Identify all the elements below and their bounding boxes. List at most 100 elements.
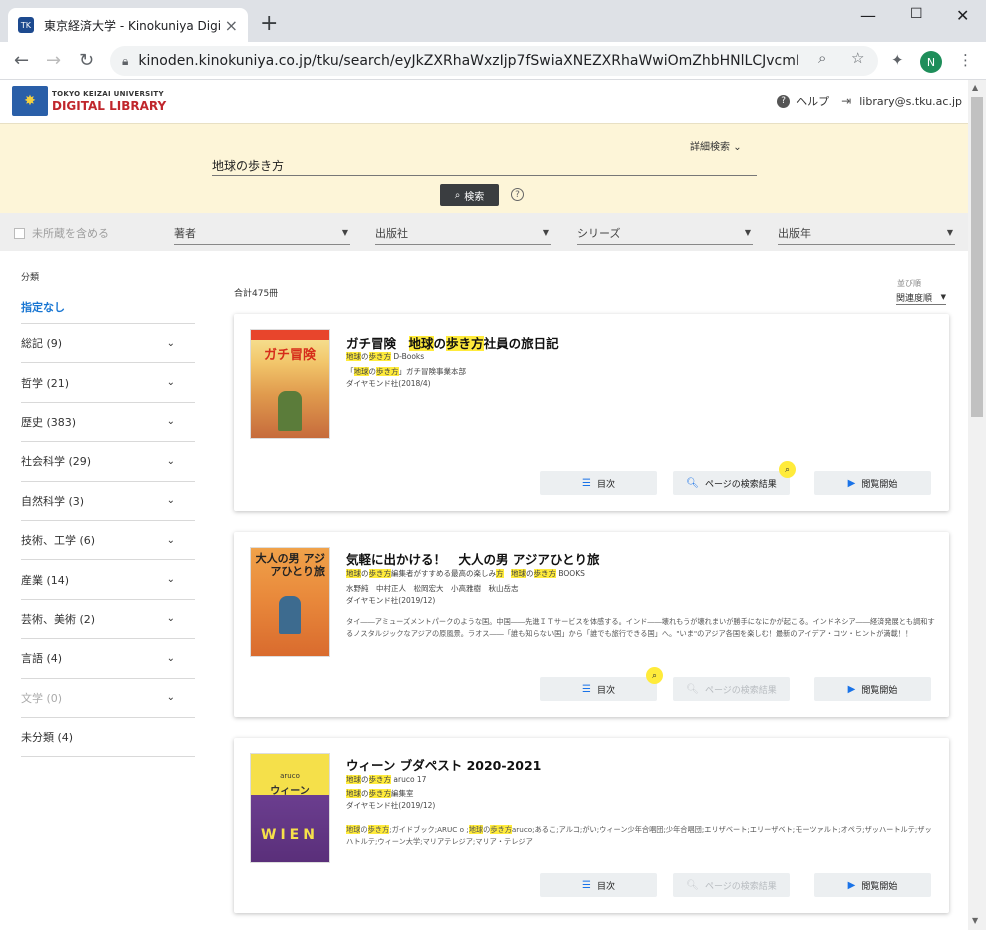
advanced-search-toggle[interactable]: 詳細検索 ⌄ (690, 138, 742, 153)
browser-toolbar: ← → ↻ 🔒︎ kinoden.kinokuniya.co.jp/tku/se… (0, 42, 986, 80)
browser-menu-icon[interactable]: ⋮ (958, 51, 973, 69)
author-filter-label: 著者 (174, 227, 196, 240)
sort-label: 並び順 (897, 279, 921, 288)
profile-avatar[interactable]: N (920, 51, 942, 73)
cover-title: 大人の男 アジアひとり旅 (255, 552, 325, 578)
new-tab-icon[interactable]: + (260, 13, 278, 35)
play-icon: ▶ (847, 477, 856, 489)
play-icon: ▶ (847, 879, 856, 891)
cover-brand: aruco (280, 772, 300, 780)
address-bar[interactable]: 🔒︎ kinoden.kinokuniya.co.jp/tku/search/e… (110, 46, 878, 76)
category-label: 芸術、美術 (2) (21, 612, 96, 626)
category-item[interactable]: 未分類 (4) (21, 718, 195, 758)
category-item[interactable]: 文学 (0) ⌄ (21, 679, 195, 718)
include-unowned-checkbox[interactable]: 未所蔵を含める (14, 225, 109, 241)
help-link[interactable]: ヘルプ (796, 93, 829, 109)
book-keywords: 地球の歩き方;ガイドブック;ARUC o ;地球の歩き方aruco;あるこ;アル… (346, 825, 932, 846)
chevron-down-icon: ⌄ (166, 574, 175, 586)
category-item[interactable]: 産業 (14) ⌄ (21, 560, 195, 600)
forward-icon[interactable]: → (46, 51, 61, 71)
url-text[interactable]: kinoden.kinokuniya.co.jp/tku/search/eyJk… (138, 53, 798, 69)
zoom-search-icon[interactable]: ⌕ (818, 49, 826, 67)
category-item[interactable]: 技術、工学 (6) ⌄ (21, 521, 195, 561)
maximize-icon[interactable]: ☐ (910, 6, 923, 22)
category-item[interactable]: 芸術、美術 (2) ⌄ (21, 600, 195, 640)
category-label: 産業 (14) (21, 573, 70, 587)
toc-button[interactable]: ☰ 目次 (540, 677, 657, 701)
book-series: 地球の歩き方 aruco 17 (346, 775, 427, 784)
category-item[interactable]: 社会科学 (29) ⌄ (21, 442, 195, 482)
logo-library: DIGITAL LIBRARY (52, 98, 167, 113)
result-count: 合計475冊 (234, 289, 279, 299)
book-publisher: ダイヤモンド社(2018/4) (346, 379, 431, 388)
start-reading-button[interactable]: ▶ 閲覧開始 (814, 471, 931, 495)
category-item[interactable]: 哲学 (21) ⌄ (21, 363, 195, 403)
reload-icon[interactable]: ↻ (79, 51, 94, 71)
category-sidebar: 分類 指定なし 総記 (9) ⌄ 哲学 (21) ⌄ 歴史 (383) ⌄ 社会科学 … (21, 270, 195, 758)
book-description: タイ――アミューズメントパークのような国。中国――先進ＩＴサービスを体感する。イ… (346, 617, 935, 638)
category-item[interactable]: 総記 (9) ⌄ (21, 324, 195, 364)
scrollbar-thumb[interactable] (971, 97, 983, 417)
site-logo[interactable]: ✸ TOKYO KEIZAI UNIVERSITY DIGITAL LIBRAR… (12, 86, 166, 116)
category-none[interactable]: 指定なし (21, 284, 195, 324)
author-filter-select[interactable]: 著者 ▼ (174, 225, 350, 245)
scroll-down-icon[interactable]: ▼ (972, 916, 978, 925)
book-cover[interactable]: 大人の男 アジアひとり旅 (250, 547, 330, 657)
start-reading-button[interactable]: ▶ 閲覧開始 (814, 677, 931, 701)
publisher-filter-select[interactable]: 出版社 ▼ (375, 225, 551, 245)
logout-icon[interactable]: ⇥ (841, 94, 851, 108)
toc-button[interactable]: ☰ 目次 (540, 873, 657, 897)
category-label: 総記 (9) (21, 337, 63, 351)
category-label: 自然科学 (3) (21, 494, 85, 508)
book-card: ガチ冒険 ガチ冒険 地球の歩き方社員の旅日記 地球の歩き方 D-Books 「地… (234, 314, 949, 511)
search-help-icon[interactable]: ? (511, 188, 524, 201)
chevron-down-icon: ⌄ (166, 534, 175, 546)
search-input[interactable]: 地球の歩き方 (212, 154, 757, 176)
book-cover[interactable]: ガチ冒険 (250, 329, 330, 439)
browser-tab[interactable]: TK 東京経済大学 - Kinokuniya Digital × (8, 8, 248, 42)
chevron-down-icon: ⌄ (166, 692, 175, 704)
cover-figure (279, 596, 301, 634)
book-title[interactable]: ガチ冒険 地球の歩き方社員の旅日記 (346, 333, 559, 352)
start-reading-button[interactable]: ▶ 閲覧開始 (814, 873, 931, 897)
sort-select[interactable]: 関連度順 ▼ (896, 291, 946, 305)
book-title[interactable]: ウィーン ブダペスト 2020-2021 (346, 755, 541, 774)
list-icon: ☰ (582, 683, 591, 695)
window-close-icon[interactable]: ✕ (956, 6, 969, 25)
category-label: 未分類 (4) (21, 731, 74, 745)
site-header: ✸ TOKYO KEIZAI UNIVERSITY DIGITAL LIBRAR… (0, 80, 968, 123)
category-item[interactable]: 歴史 (383) ⌄ (21, 403, 195, 443)
back-icon[interactable]: ← (14, 51, 29, 71)
series-filter-select[interactable]: シリーズ ▼ (577, 225, 753, 245)
book-title[interactable]: 気軽に出かける！ 大人の男 アジアひとり旅 (346, 549, 599, 568)
chevron-down-icon: ⌄ (166, 652, 175, 664)
category-label: 社会科学 (29) (21, 455, 92, 469)
search-button-label: 検索 (464, 191, 485, 203)
sort-value: 関連度順 (896, 294, 933, 304)
list-icon: ☰ (582, 879, 591, 891)
match-found-icon: ⌕ (779, 461, 796, 478)
cover-title: ウィーン (270, 786, 310, 797)
toc-button[interactable]: ☰ 目次 (540, 471, 657, 495)
search-button[interactable]: ⌕ 検索 (440, 184, 499, 206)
chevron-down-icon: ⌄ (166, 455, 175, 467)
category-item[interactable]: 言語 (4) ⌄ (21, 639, 195, 679)
category-item[interactable]: 自然科学 (3) ⌄ (21, 482, 195, 521)
chevron-down-icon: ⌄ (166, 495, 175, 507)
page-search-results-button[interactable]: 🔍︎ ページの検索結果 (673, 471, 790, 495)
book-cover[interactable]: aruco ウィーン WIEN (250, 753, 330, 863)
bookmark-star-icon[interactable]: ☆ (851, 49, 864, 67)
year-filter-select[interactable]: 出版年 ▼ (778, 225, 955, 245)
search-panel: 詳細検索 ⌄ 地球の歩き方 ⌕ 検索 ? (0, 123, 968, 213)
extensions-icon[interactable]: ✦ (891, 51, 904, 69)
book-publisher: ダイヤモンド社(2019/12) (346, 596, 436, 605)
tab-close-icon[interactable]: × (225, 16, 238, 35)
scroll-up-icon[interactable]: ▲ (972, 83, 978, 92)
book-card: 大人の男 アジアひとり旅 気軽に出かける！ 大人の男 アジアひとり旅 地球の歩き… (234, 532, 949, 717)
include-unowned-label: 未所蔵を含める (32, 227, 109, 240)
account-email: library@s.tku.ac.jp (859, 94, 962, 108)
category-heading: 分類 (21, 273, 40, 283)
book-card: aruco ウィーン WIEN ウィーン ブダペスト 2020-2021 地球の… (234, 738, 949, 913)
help-icon[interactable]: ? (777, 94, 791, 108)
minimize-icon[interactable]: — (860, 6, 876, 25)
